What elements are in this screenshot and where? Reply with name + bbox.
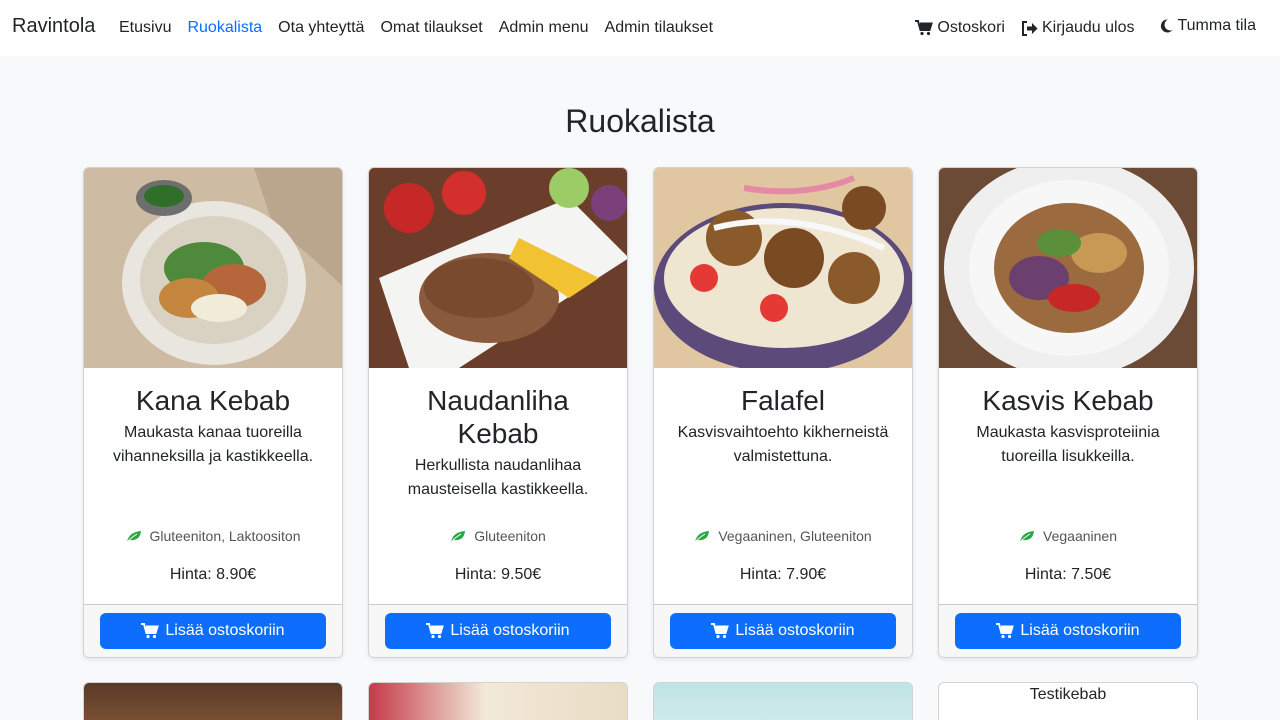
card-description: Herkullista naudanlihaa mausteisella kas… (407, 457, 589, 498)
add-to-cart-button[interactable]: Lisää ostoskoriin (100, 613, 326, 649)
menu-card: Testikebab (938, 682, 1198, 720)
cart-icon (426, 623, 445, 639)
brand-logo[interactable]: Ravintola (12, 15, 95, 38)
menu-card (653, 682, 913, 720)
leaf-icon (450, 530, 466, 542)
leaf-icon (126, 530, 141, 542)
menu-card: Falafel Kasvisvaihtoehto kikherneistä va… (653, 167, 913, 658)
nav-links: Etusivu Ruokalista Ota yhteyttä Omat til… (111, 0, 721, 56)
diet-label: Vegaaninen (1043, 528, 1117, 544)
cart-icon (996, 623, 1015, 639)
add-to-cart-button[interactable]: Lisää ostoskoriin (385, 613, 611, 649)
menu-card (83, 682, 343, 720)
theme-toggle[interactable]: Tumma tila (1152, 17, 1264, 35)
logout-link[interactable]: Kirjaudu ulos (1013, 19, 1143, 37)
menu-card: Kasvis Kebab Maukasta kasvisproteiinia t… (938, 167, 1198, 658)
cart-label: Ostoskori (937, 19, 1005, 36)
cart-icon (141, 623, 160, 639)
food-image (654, 168, 912, 368)
card-description: Kasvisvaihtoehto kikherneistä valmistett… (677, 424, 889, 465)
nav-link-etusivu[interactable]: Etusivu (111, 19, 179, 37)
nav-link-omat-tilaukset[interactable]: Omat tilaukset (372, 19, 490, 37)
food-image (654, 683, 912, 720)
page-title: Ruokalista (565, 103, 715, 139)
diet-label: Vegaaninen, Gluteeniton (718, 528, 872, 544)
card-title: Falafel (740, 385, 826, 416)
food-image (369, 168, 627, 368)
menu-card: Naudanliha Kebab Herkullista naudanlihaa… (368, 167, 628, 658)
card-description: Maukasta kasvisproteiinia tuoreilla lisu… (976, 424, 1160, 465)
add-to-cart-button[interactable]: Lisää ostoskoriin (955, 613, 1181, 649)
price: Hinta: 8.90€ (169, 566, 257, 583)
moon-icon (1161, 19, 1173, 33)
food-image (939, 168, 1197, 368)
food-image (84, 683, 342, 720)
diet-label: Gluteeniton (474, 528, 546, 544)
logout-icon (1021, 20, 1038, 36)
card-description: Maukasta kanaa tuoreilla vihanneksilla j… (112, 424, 314, 465)
add-to-cart-button[interactable]: Lisää ostoskoriin (670, 613, 896, 649)
menu-card (368, 682, 628, 720)
navbar: Ravintola Etusivu Ruokalista Ota yhteytt… (0, 0, 1280, 56)
theme-label: Tumma tila (1177, 17, 1256, 34)
nav-link-admin-menu[interactable]: Admin menu (491, 19, 597, 37)
price: Hinta: 7.50€ (1024, 566, 1112, 583)
leaf-icon (1019, 530, 1035, 542)
cart-link[interactable]: Ostoskori (907, 19, 1013, 37)
add-to-cart-label: Lisää ostoskoriin (165, 622, 285, 639)
logout-label: Kirjaudu ulos (1041, 19, 1135, 36)
food-image (369, 683, 627, 720)
nav-link-admin-tilaukset[interactable]: Admin tilaukset (597, 19, 722, 37)
menu-card: Kana Kebab Maukasta kanaa tuoreilla viha… (83, 167, 343, 658)
card-title: Kasvis Kebab (982, 385, 1154, 416)
diet-info: Vegaaninen (939, 528, 1197, 544)
diet-info: Vegaaninen, Gluteeniton (654, 528, 912, 544)
card-title: Testikebab (1029, 686, 1107, 703)
food-image (84, 168, 342, 368)
leaf-icon (694, 530, 710, 542)
cart-icon (711, 623, 730, 639)
diet-info: Gluteeniton (369, 528, 627, 544)
nav-right: Ostoskori Kirjaudu ulos Tumma tila (907, 0, 1280, 56)
add-to-cart-label: Lisää ostoskoriin (1020, 622, 1140, 639)
price: Hinta: 9.50€ (454, 566, 542, 583)
diet-info: Gluteeniton, Laktoositon (84, 528, 342, 544)
cart-icon (915, 20, 934, 36)
card-title: Kana Kebab (135, 385, 291, 416)
nav-link-ruokalista[interactable]: Ruokalista (179, 19, 270, 37)
add-to-cart-label: Lisää ostoskoriin (450, 622, 570, 639)
nav-link-ota-yhteytta[interactable]: Ota yhteyttä (270, 19, 372, 37)
diet-label: Gluteeniton, Laktoositon (149, 528, 301, 544)
price: Hinta: 7.90€ (739, 566, 827, 583)
add-to-cart-label: Lisää ostoskoriin (735, 622, 855, 639)
card-title: Naudanliha Kebab (427, 385, 569, 449)
